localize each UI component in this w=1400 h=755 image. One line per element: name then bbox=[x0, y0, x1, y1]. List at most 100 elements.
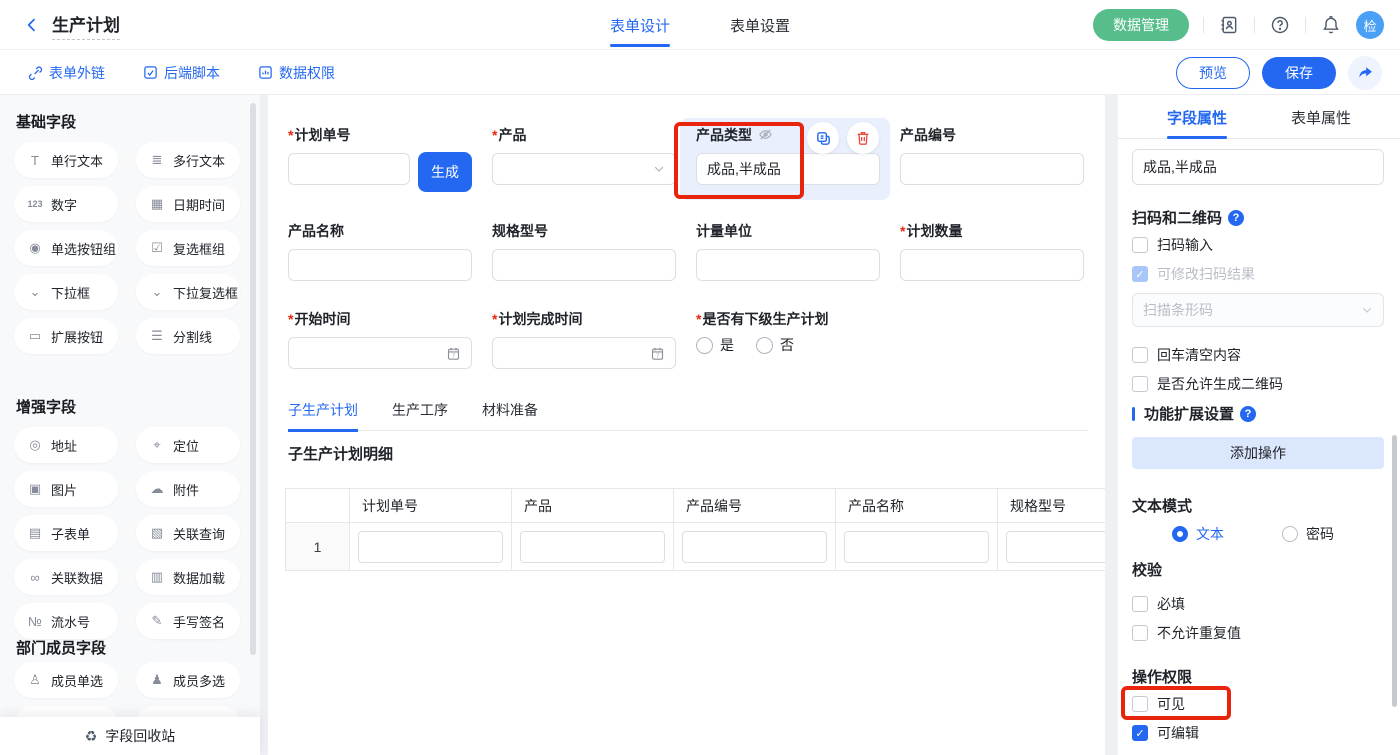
preview-button[interactable]: 预览 bbox=[1176, 57, 1250, 89]
sidebar-item-multi-dropdown[interactable]: ⌄下拉复选框 bbox=[136, 274, 240, 310]
sidebar-item-member-multi[interactable]: ♟成员多选 bbox=[136, 662, 240, 698]
field-title-input[interactable] bbox=[1132, 149, 1384, 185]
sidebar-item-signature[interactable]: ✎手写签名 bbox=[136, 603, 240, 639]
spec-model-input[interactable] bbox=[492, 249, 676, 281]
add-operation-button[interactable]: 添加操作 bbox=[1132, 437, 1384, 469]
cell-spec-model-input[interactable] bbox=[1006, 531, 1105, 563]
sidebar-item-checkbox-group[interactable]: ☑复选框组 bbox=[136, 230, 240, 266]
sidebar-item-dropdown[interactable]: ⌄下拉框 bbox=[14, 274, 118, 310]
copy-field-button[interactable] bbox=[807, 122, 839, 154]
field-start-time[interactable]: *开始时间 7 bbox=[288, 309, 472, 369]
radio-no[interactable]: 否 bbox=[756, 335, 794, 355]
field-plan-finish-time[interactable]: *计划完成时间 7 bbox=[492, 309, 676, 369]
radio-text-mode-text[interactable]: 文本 bbox=[1172, 524, 1224, 544]
field-product-name[interactable]: 产品名称 bbox=[288, 221, 472, 281]
sidebar-item-address[interactable]: ◎地址 bbox=[14, 427, 118, 463]
checkbox-scan-input[interactable]: 扫码输入 bbox=[1132, 236, 1384, 254]
data-manage-button[interactable]: 数据管理 bbox=[1093, 9, 1189, 41]
tab-sub-production-plan[interactable]: 子生产计划 bbox=[288, 400, 358, 431]
radio-text-mode-password[interactable]: 密码 bbox=[1282, 524, 1334, 544]
field-has-sub-plan[interactable]: *是否有下级生产计划 bbox=[696, 309, 996, 329]
sidebar-item-multi-line-text[interactable]: ≣多行文本 bbox=[136, 142, 240, 178]
field-label: 规格型号 bbox=[492, 223, 548, 239]
product-type-input[interactable] bbox=[696, 153, 880, 185]
cell-plan-number-input[interactable] bbox=[358, 531, 503, 563]
sidebar-item-single-line-text[interactable]: T单行文本 bbox=[14, 142, 118, 178]
sidebar-item-extend-button[interactable]: ▭扩展按钮 bbox=[14, 318, 118, 354]
scan-type-select[interactable]: 扫描条形码 bbox=[1132, 293, 1384, 327]
field-unit[interactable]: 计量单位 bbox=[696, 221, 880, 281]
field-plan-number[interactable]: *计划单号 生成 bbox=[288, 125, 472, 145]
sidebar-item-location[interactable]: ⌖定位 bbox=[136, 427, 240, 463]
checkbox-allow-qrcode[interactable]: 是否允许生成二维码 bbox=[1132, 375, 1384, 393]
required-mark: * bbox=[288, 311, 293, 327]
cell-product-input[interactable] bbox=[520, 531, 665, 563]
field-label: 产品编号 bbox=[900, 127, 956, 143]
product-select[interactable] bbox=[492, 153, 676, 185]
help-icon[interactable]: ? bbox=[1228, 210, 1244, 226]
sidebar-item-number[interactable]: 123数字 bbox=[14, 186, 118, 222]
checkbox-no-duplicate[interactable]: 不允许重复值 bbox=[1132, 624, 1384, 642]
serial-number-icon: № bbox=[26, 614, 44, 629]
sidebar-item-linked-query[interactable]: ▧关联查询 bbox=[136, 515, 240, 551]
field-label: 产品 bbox=[498, 127, 526, 143]
sidebar-item-attachment[interactable]: ☁附件 bbox=[136, 471, 240, 507]
product-code-input[interactable] bbox=[900, 153, 1084, 185]
cloud-upload-icon: ☁ bbox=[148, 481, 166, 497]
calendar-icon: ▦ bbox=[148, 196, 166, 212]
tab-form-properties[interactable]: 表单属性 bbox=[1291, 95, 1351, 139]
field-product[interactable]: *产品 bbox=[492, 125, 676, 185]
checkbox-editable[interactable]: 可编辑 bbox=[1132, 724, 1384, 742]
column-header: 计划单号 bbox=[350, 489, 512, 523]
plan-number-input[interactable] bbox=[288, 153, 410, 185]
data-permission-link[interactable]: 数据权限 bbox=[258, 63, 335, 83]
delete-field-button[interactable] bbox=[847, 122, 879, 154]
plan-quantity-input[interactable] bbox=[900, 249, 1084, 281]
field-spec-model[interactable]: 规格型号 bbox=[492, 221, 676, 281]
product-name-input[interactable] bbox=[288, 249, 472, 281]
sidebar-item-subform[interactable]: ▤子表单 bbox=[14, 515, 118, 551]
plan-finish-time-input[interactable]: 7 bbox=[492, 337, 676, 369]
linked-data-icon: ∞ bbox=[26, 570, 44, 585]
save-button[interactable]: 保存 bbox=[1262, 57, 1336, 89]
sidebar-item-radio-group[interactable]: ◉单选按钮组 bbox=[14, 230, 118, 266]
tab-form-settings[interactable]: 表单设置 bbox=[730, 0, 790, 50]
avatar[interactable]: 检 bbox=[1356, 11, 1384, 39]
checkbox-visible[interactable]: 可见 bbox=[1132, 695, 1384, 713]
radio-yes[interactable]: 是 bbox=[696, 335, 734, 355]
sidebar-scrollbar[interactable] bbox=[250, 103, 256, 655]
tab-form-design[interactable]: 表单设计 bbox=[610, 0, 670, 50]
sidebar-item-member-single[interactable]: ♙成员单选 bbox=[14, 662, 118, 698]
start-time-input[interactable]: 7 bbox=[288, 337, 472, 369]
share-arrow-icon[interactable] bbox=[1348, 56, 1382, 90]
checkbox-required[interactable]: 必填 bbox=[1132, 595, 1384, 613]
tab-production-process[interactable]: 生产工序 bbox=[392, 400, 448, 431]
checkbox-clear-on-enter[interactable]: 回车清空内容 bbox=[1132, 346, 1384, 364]
sidebar-item-serial-number[interactable]: №流水号 bbox=[14, 603, 118, 639]
backend-script-link[interactable]: 后端脚本 bbox=[143, 63, 220, 83]
help-icon[interactable]: ? bbox=[1240, 406, 1256, 422]
generate-button[interactable]: 生成 bbox=[418, 152, 472, 192]
field-plan-quantity[interactable]: *计划数量 bbox=[900, 221, 1084, 281]
sidebar-item-divider-line[interactable]: ☰分割线 bbox=[136, 318, 240, 354]
contacts-icon[interactable] bbox=[1218, 14, 1240, 36]
unit-input[interactable] bbox=[696, 249, 880, 281]
cell-product-code-input[interactable] bbox=[682, 531, 827, 563]
tab-field-properties[interactable]: 字段属性 bbox=[1167, 95, 1227, 139]
sidebar-item-datetime[interactable]: ▦日期时间 bbox=[136, 186, 240, 222]
radio-yes-label: 是 bbox=[720, 335, 734, 355]
chevron-down-icon bbox=[653, 163, 665, 175]
grid-icon bbox=[258, 65, 273, 80]
sidebar-item-data-load[interactable]: ▥数据加载 bbox=[136, 559, 240, 595]
form-external-link[interactable]: 表单外链 bbox=[28, 63, 105, 83]
field-recycle-bin[interactable]: ♻ 字段回收站 bbox=[0, 717, 260, 755]
sidebar-item-image[interactable]: ▣图片 bbox=[14, 471, 118, 507]
field-product-code[interactable]: 产品编号 bbox=[900, 125, 1084, 145]
tab-material-preparation[interactable]: 材料准备 bbox=[482, 400, 538, 431]
panel-scrollbar[interactable] bbox=[1392, 435, 1397, 707]
bell-icon[interactable] bbox=[1320, 14, 1342, 36]
cell-product-name-input[interactable] bbox=[844, 531, 989, 563]
checkbox-editable-scan-result[interactable]: 可修改扫码结果 bbox=[1132, 265, 1384, 283]
help-icon[interactable] bbox=[1269, 14, 1291, 36]
sidebar-item-linked-data[interactable]: ∞关联数据 bbox=[14, 559, 118, 595]
